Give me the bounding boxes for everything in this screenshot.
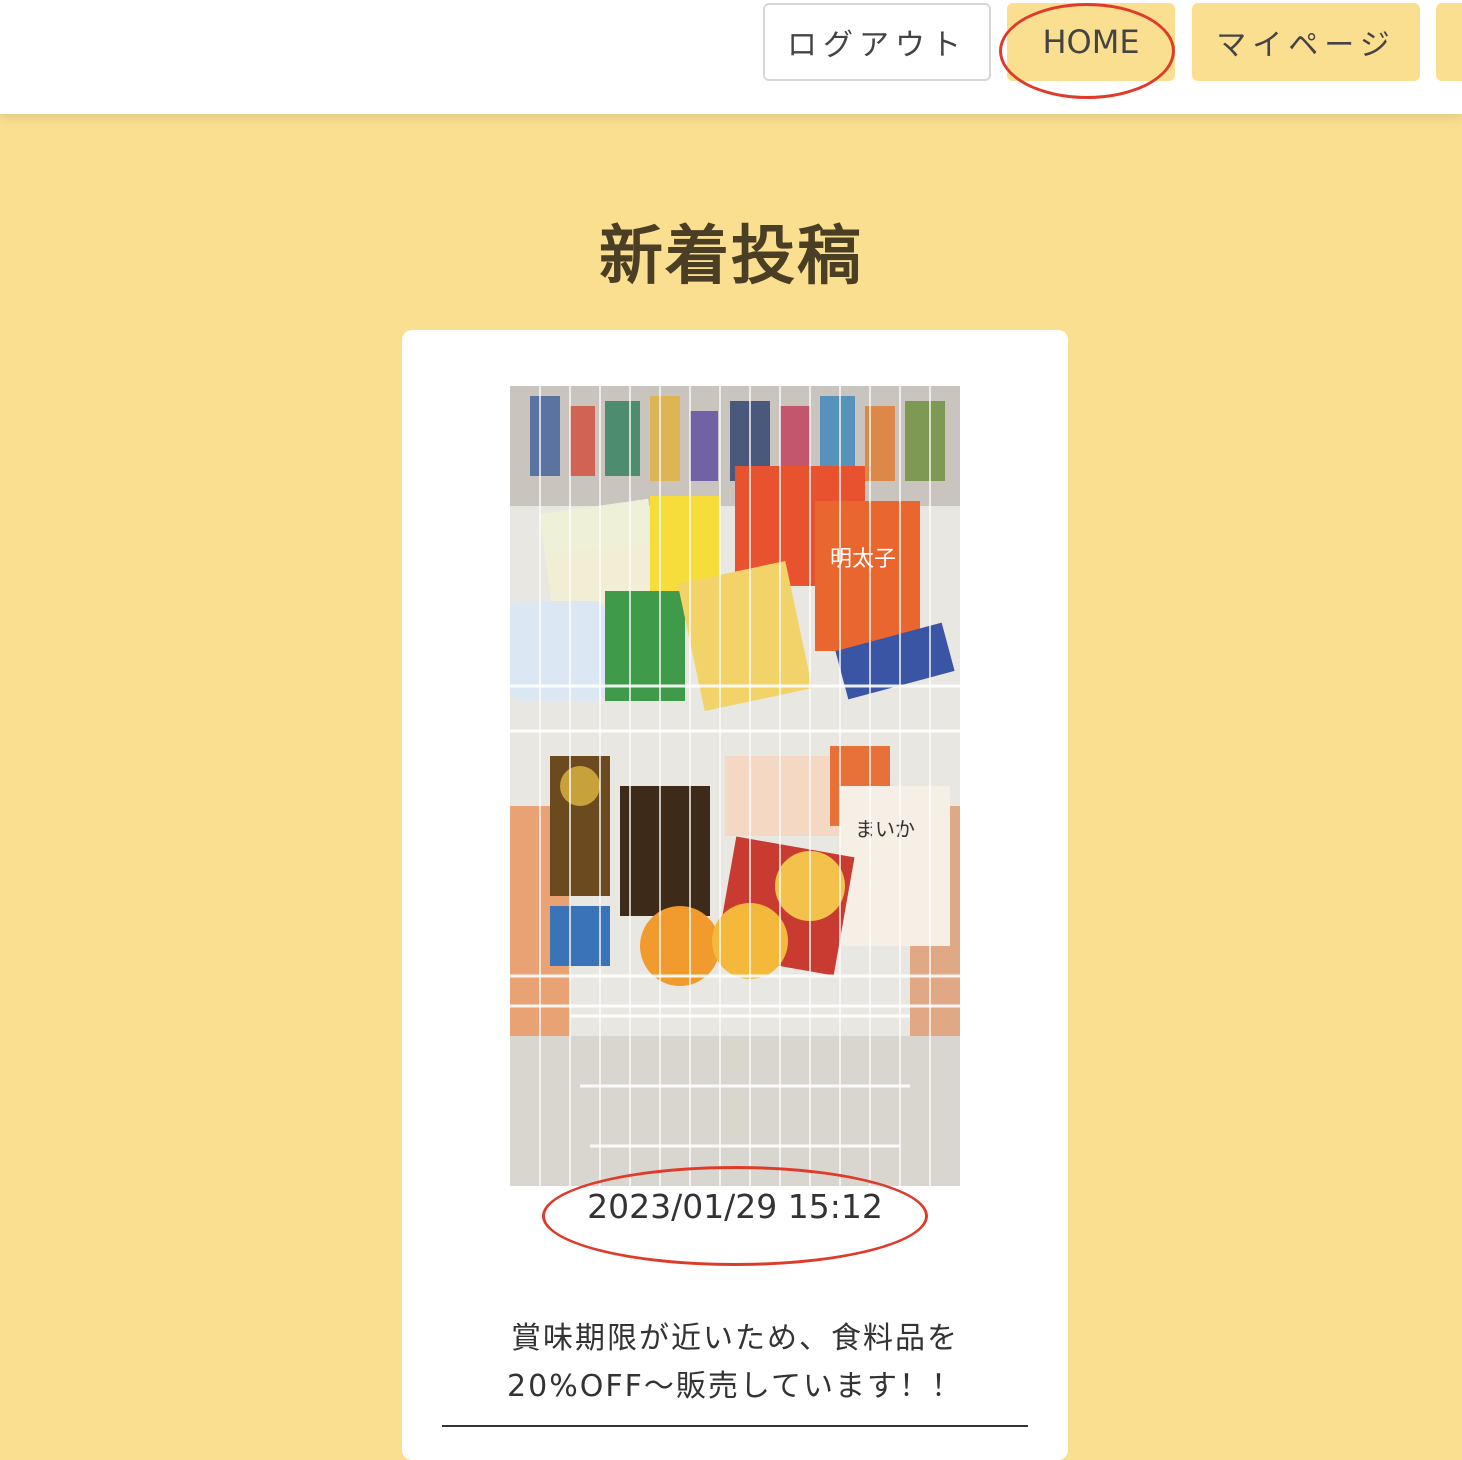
post-description: 賞味期限が近いため、食料品を 20%OFF〜販売しています！！ xyxy=(442,1315,1028,1411)
home-button[interactable]: HOME xyxy=(1007,3,1175,81)
page-title: 新着投稿 xyxy=(599,220,863,294)
logout-button[interactable]: ログアウト xyxy=(763,3,991,81)
mypage-button[interactable]: マイページ xyxy=(1192,3,1420,81)
nav-button-partial[interactable] xyxy=(1436,3,1462,81)
top-navigation-bar: ログアウト HOME マイページ xyxy=(0,0,1462,114)
divider xyxy=(442,1425,1028,1427)
post-image[interactable]: 明太子 まいか xyxy=(510,386,960,1186)
svg-text:まいか: まいか xyxy=(855,817,915,841)
post-datetime: 2023/01/29 15:12 xyxy=(587,1187,883,1226)
post-description-line-1: 賞味期限が近いため、食料品を xyxy=(511,1321,959,1356)
post-card: 明太子 まいか 2023/01/29 15:12 賞味期限が近いため、食料品を … xyxy=(402,330,1068,1460)
post-description-line-2: 20%OFF〜販売しています！！ xyxy=(507,1369,963,1404)
